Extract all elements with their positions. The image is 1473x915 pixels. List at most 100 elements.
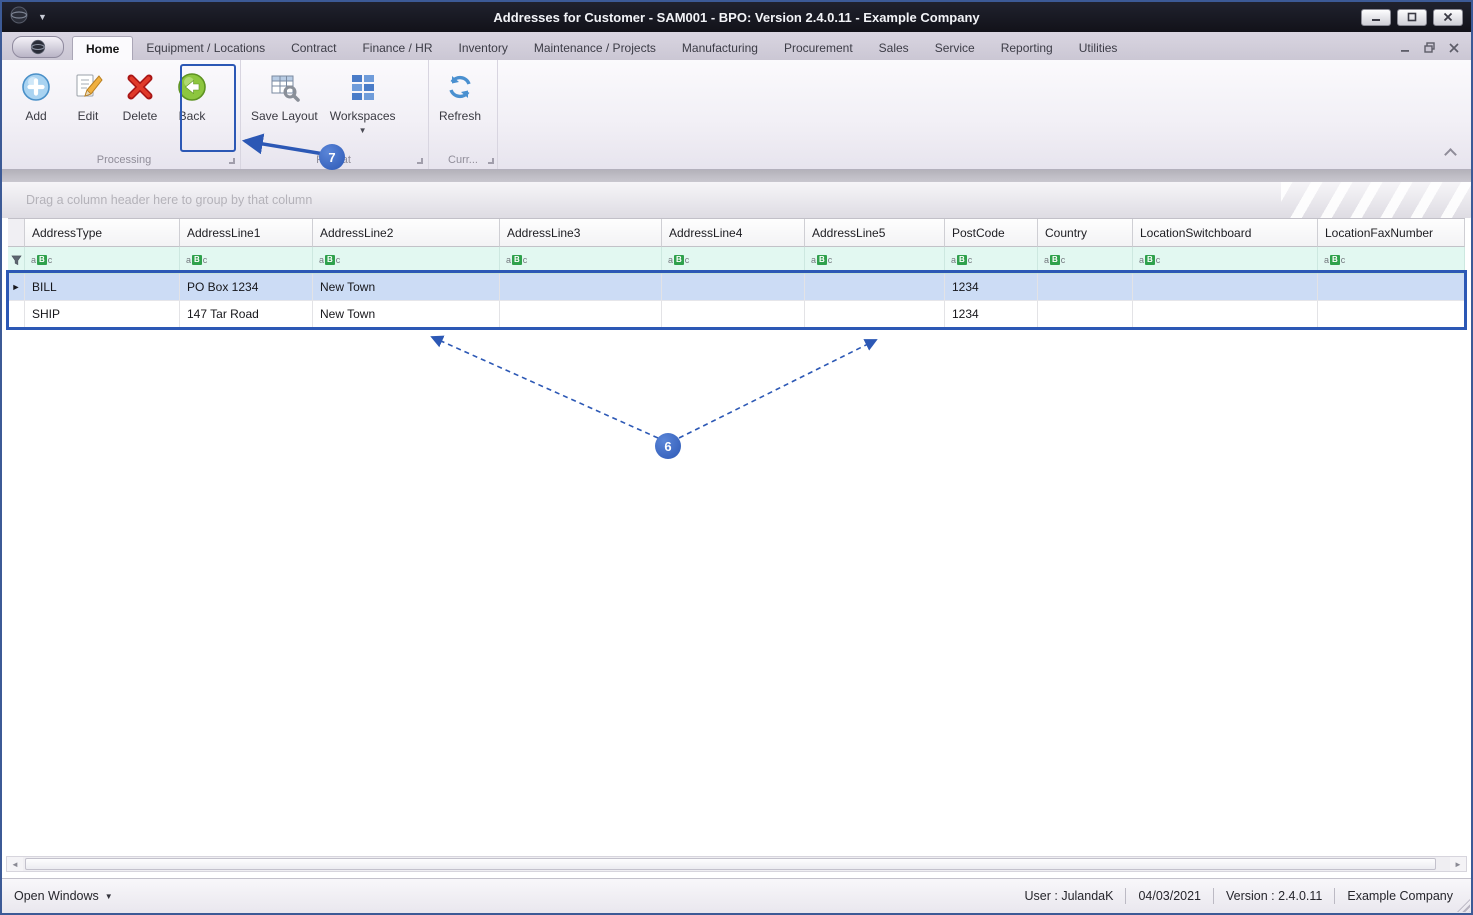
grid-cell[interactable]: [1318, 274, 1465, 301]
save-layout-label: Save Layout: [251, 109, 318, 123]
resize-grip[interactable]: [1457, 899, 1470, 912]
grid-cell[interactable]: BILL: [25, 274, 180, 301]
grid-cell[interactable]: [1133, 274, 1318, 301]
text-filter-icon: aBc: [668, 254, 690, 265]
child-close-icon[interactable]: [1449, 42, 1459, 54]
text-filter-icon: aBc: [1324, 254, 1346, 265]
tab-sales[interactable]: Sales: [866, 36, 922, 60]
current-row-indicator: ►: [8, 274, 25, 301]
grid-row-bill[interactable]: ► BILL PO Box 1234 New Town 1234: [8, 274, 1465, 301]
group-by-hint: Drag a column header here to group by th…: [26, 193, 313, 207]
ribbon-collapse-icon[interactable]: [1444, 148, 1457, 161]
horizontal-scrollbar[interactable]: ◄ ►: [6, 856, 1467, 872]
filter-row-indicator: [8, 247, 25, 274]
grid-cell[interactable]: New Town: [313, 301, 500, 328]
grid-cell[interactable]: 147 Tar Road: [180, 301, 313, 328]
application-menu-button[interactable]: [12, 36, 64, 58]
column-header-locationswitchboard[interactable]: LocationSwitchboard: [1133, 219, 1318, 247]
group-launcher-icon[interactable]: [229, 158, 235, 164]
filter-cell-addressline2[interactable]: aBc: [313, 247, 500, 274]
tab-manufacturing[interactable]: Manufacturing: [669, 36, 771, 60]
column-header-addressline3[interactable]: AddressLine3: [500, 219, 662, 247]
grid-cell[interactable]: [805, 301, 945, 328]
grid-cell[interactable]: [662, 301, 805, 328]
save-layout-button[interactable]: Save Layout: [245, 66, 324, 135]
scroll-left-button[interactable]: ◄: [7, 857, 23, 871]
grid-cell[interactable]: [805, 274, 945, 301]
column-header-country[interactable]: Country: [1038, 219, 1133, 247]
filter-cell-addressline4[interactable]: aBc: [662, 247, 805, 274]
column-header-addressline1[interactable]: AddressLine1: [180, 219, 313, 247]
filter-cell-postcode[interactable]: aBc: [945, 247, 1038, 274]
column-header-postcode[interactable]: PostCode: [945, 219, 1038, 247]
filter-cell-locationswitchboard[interactable]: aBc: [1133, 247, 1318, 274]
group-label-current: Curr...: [448, 154, 478, 166]
grid-row-ship[interactable]: SHIP 147 Tar Road New Town 1234: [8, 301, 1465, 328]
minimize-button[interactable]: [1361, 8, 1391, 26]
quick-access-caret-icon[interactable]: ▼: [38, 12, 47, 22]
grid-cell[interactable]: [1038, 301, 1133, 328]
grid-cell[interactable]: SHIP: [25, 301, 180, 328]
tab-maintenance-projects[interactable]: Maintenance / Projects: [521, 36, 669, 60]
column-header-addresstype[interactable]: AddressType: [25, 219, 180, 247]
tab-reporting[interactable]: Reporting: [988, 36, 1066, 60]
back-button[interactable]: Back: [166, 66, 218, 123]
grid-cell[interactable]: [1038, 274, 1133, 301]
group-by-panel[interactable]: Drag a column header here to group by th…: [2, 182, 1471, 218]
column-header-addressline5[interactable]: AddressLine5: [805, 219, 945, 247]
tab-home[interactable]: Home: [72, 36, 134, 60]
group-launcher-icon[interactable]: [488, 158, 494, 164]
add-icon: [19, 70, 53, 104]
tab-equipment-locations[interactable]: Equipment / Locations: [133, 36, 278, 60]
grid-cell[interactable]: New Town: [313, 274, 500, 301]
tab-finance-hr[interactable]: Finance / HR: [349, 36, 445, 60]
grid-cell[interactable]: [500, 301, 662, 328]
filter-cell-addresstype[interactable]: aBc: [25, 247, 180, 274]
scroll-right-button[interactable]: ►: [1450, 857, 1466, 871]
column-header-locationfaxnumber[interactable]: LocationFaxNumber: [1318, 219, 1465, 247]
tab-contract[interactable]: Contract: [278, 36, 349, 60]
workspaces-button[interactable]: Workspaces ▼: [324, 66, 402, 135]
refresh-button[interactable]: Refresh: [433, 66, 487, 123]
scrollbar-thumb[interactable]: [25, 858, 1436, 870]
filter-cell-country[interactable]: aBc: [1038, 247, 1133, 274]
grid-cell[interactable]: [662, 274, 805, 301]
edit-button[interactable]: Edit: [62, 66, 114, 123]
tab-procurement[interactable]: Procurement: [771, 36, 866, 60]
column-header-addressline2[interactable]: AddressLine2: [313, 219, 500, 247]
grid-cell[interactable]: [1318, 301, 1465, 328]
tab-utilities[interactable]: Utilities: [1066, 36, 1131, 60]
ribbon-group-processing: Add Edit Delete Back Processing: [10, 60, 238, 169]
child-restore-icon[interactable]: [1424, 42, 1435, 54]
filter-funnel-icon: [10, 255, 22, 265]
grid-cell[interactable]: PO Box 1234: [180, 274, 313, 301]
column-header-addressline4[interactable]: AddressLine4: [662, 219, 805, 247]
tab-inventory[interactable]: Inventory: [445, 36, 520, 60]
filter-cell-addressline1[interactable]: aBc: [180, 247, 313, 274]
filter-cell-addressline5[interactable]: aBc: [805, 247, 945, 274]
status-bar: Open Windows ▼ User : JulandaK 04/03/202…: [2, 878, 1471, 913]
status-separator: [1125, 888, 1127, 904]
text-filter-icon: aBc: [1044, 254, 1066, 265]
group-label-format: Format: [316, 154, 351, 166]
grid-cell[interactable]: [1133, 301, 1318, 328]
scrollbar-track[interactable]: [23, 857, 1450, 871]
grid-cell[interactable]: 1234: [945, 301, 1038, 328]
filter-cell-addressline3[interactable]: aBc: [500, 247, 662, 274]
add-button[interactable]: Add: [10, 66, 62, 123]
grid-panel: Drag a column header here to group by th…: [2, 170, 1471, 878]
tab-service[interactable]: Service: [922, 36, 988, 60]
grid-cell[interactable]: [500, 274, 662, 301]
back-icon: [175, 70, 209, 104]
open-windows-button[interactable]: Open Windows ▼: [14, 889, 113, 903]
grid-cell[interactable]: 1234: [945, 274, 1038, 301]
filter-cell-locationfaxnumber[interactable]: aBc: [1318, 247, 1465, 274]
group-launcher-icon[interactable]: [417, 158, 423, 164]
title-bar[interactable]: ▼ Addresses for Customer - SAM001 - BPO:…: [2, 2, 1471, 32]
workspaces-dropdown-icon[interactable]: ▼: [359, 126, 367, 135]
delete-button[interactable]: Delete: [114, 66, 166, 123]
ribbon-group-format: Save Layout Workspaces ▼ Format: [240, 60, 426, 169]
maximize-button[interactable]: [1397, 8, 1427, 26]
child-minimize-icon[interactable]: [1400, 43, 1410, 54]
close-button[interactable]: [1433, 8, 1463, 26]
